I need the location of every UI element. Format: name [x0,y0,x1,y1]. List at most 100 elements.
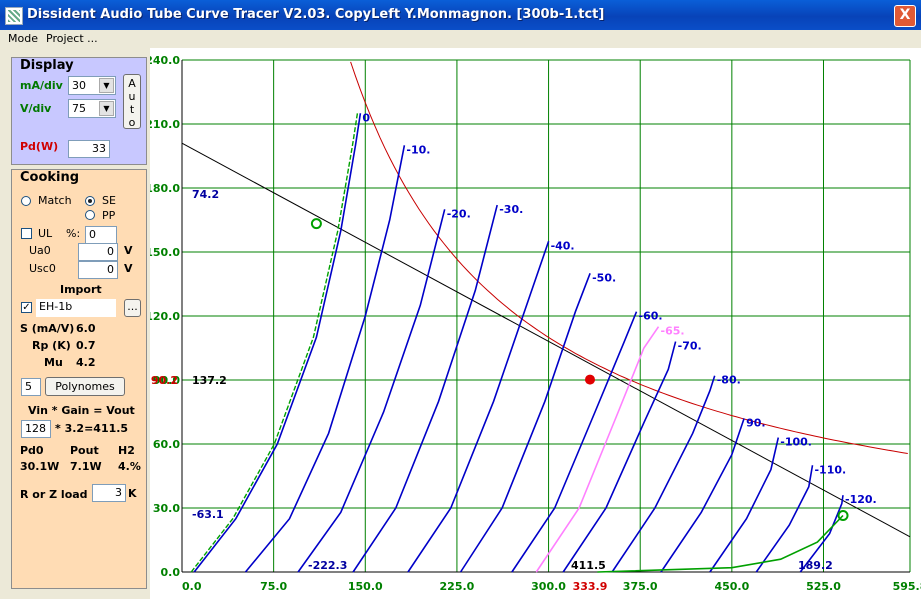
y-tick-label: 0.0 [161,566,181,579]
v-div-label: V/div [20,102,52,115]
annotation-left-top: 74.2 [192,188,219,201]
x-tick-label: 225.0 [440,580,475,593]
chevron-down-icon[interactable]: ▼ [99,78,114,93]
y-tick-label: 150.0 [150,246,180,259]
se-radio[interactable] [85,196,95,206]
annotation-left-bottom: -63.1 [192,508,224,521]
display-title: Display [20,58,74,73]
y-tick-label: 240.0 [150,54,180,67]
auto-char: t [129,103,135,116]
import-checkbox[interactable]: ✓ [21,302,32,313]
h2-value: 4.% [118,460,141,473]
sidebar: Display mA/div 30 ▼ V/div 75 ▼ A u t o P… [0,48,150,599]
auto-char: o [128,116,136,129]
x-tick-label: 595.8 [893,580,921,593]
usc0-unit: V [124,262,133,275]
y-tick-label: 210.0 [150,118,180,131]
annotation-left-mid: 137.2 [192,374,227,387]
pp-radio[interactable] [85,210,95,220]
title-bar: Dissident Audio Tube Curve Tracer V2.03.… [0,0,921,30]
pp-label: PP [102,209,116,222]
curve-label: 0 [362,111,370,124]
mu-label: Mu [44,356,63,369]
usc0-input[interactable]: 0 [78,261,118,279]
vin-input[interactable]: 128 [21,420,51,438]
ua0-unit: V [124,244,133,257]
window-title: Dissident Audio Tube Curve Tracer V2.03.… [27,7,605,22]
browse-button[interactable]: ... [124,299,141,317]
curve-label: -30. [499,203,523,216]
menu-bar: Mode Project ... [0,30,921,48]
curve-label: -65. [661,325,685,338]
v-div-select[interactable]: 75 ▼ [68,99,116,118]
pd0-value: 30.1W [20,460,60,473]
ul-checkbox[interactable] [21,228,32,239]
curve-label: -10. [406,143,430,156]
load-unit: K [128,487,137,500]
annotation-op-x: 333.9 [573,580,608,593]
s-label: S (mA/V) [20,322,75,335]
load-label: R or Z load [20,488,88,501]
s-value: 6.0 [76,322,96,335]
v-div-value: 75 [72,102,86,115]
annotation-bottom-left: -222.3 [308,559,347,572]
close-button[interactable]: X [894,5,916,27]
plot-background [150,48,921,599]
auto-char: A [128,77,136,90]
operating-point [584,374,595,385]
rp-label: Rp (K) [32,339,71,352]
poly-count-input[interactable]: 5 [21,378,41,396]
x-tick-label: 150.0 [348,580,383,593]
import-field[interactable]: EH-1b [36,299,116,317]
pd-label: Pd(W) [20,140,59,153]
ul-label: UL [38,227,53,240]
x-tick-label: 525.0 [806,580,841,593]
ul-input[interactable]: 0 [85,226,117,244]
ma-div-select[interactable]: 30 ▼ [68,76,116,95]
curve-label: -110. [814,463,846,476]
y-tick-label: 180.0 [150,182,180,195]
ma-div-label: mA/div [20,79,63,92]
y-tick-label: 30.0 [153,502,180,515]
usc0-label: Usc0 [29,262,56,275]
curve-label: -100. [780,436,812,449]
curve-label: -60. [639,310,663,323]
polynomes-button[interactable]: Polynomes [45,377,125,396]
mu-value: 4.2 [76,356,96,369]
app-icon [5,7,23,25]
y-tick-label: 60.0 [153,438,180,451]
load-input[interactable]: 3 [92,484,126,502]
display-panel: Display mA/div 30 ▼ V/div 75 ▼ A u t o P… [11,57,147,165]
pd0-label: Pd0 [20,444,44,457]
x-tick-label: 300.0 [531,580,566,593]
plot-area[interactable]: 0.0 75.0 150.0 225.0 300.0 375.0 450.0 525.0 595… [150,48,921,599]
rp-value: 0.7 [76,339,96,352]
import-label: Import [60,283,102,296]
ua0-input[interactable]: 0 [78,243,118,261]
menu-project[interactable]: Project ... [46,32,98,45]
curve-label: 90. [746,416,766,429]
annotation-op-y: 90.2 [151,374,178,387]
cooking-panel: Cooking Match SE PP UL %: 0 Ua0 0 V Usc0… [11,169,147,589]
ul-percent-label: %: [66,227,81,240]
pd-input[interactable]: 33 [68,140,110,158]
auto-button[interactable]: A u t o [123,74,141,129]
curve-label: -20. [447,207,471,220]
vin-gain-header: Vin * Gain = Vout [28,404,135,417]
pout-label: Pout [70,444,99,457]
curve-chart[interactable]: 0.0 75.0 150.0 225.0 300.0 375.0 450.0 525.0 595… [150,48,921,599]
se-label: SE [102,194,116,207]
h2-label: H2 [118,444,135,457]
chevron-down-icon[interactable]: ▼ [99,101,114,116]
x-tick-label: 375.0 [623,580,658,593]
menu-mode[interactable]: Mode [8,32,38,45]
curve-label: -40. [551,239,575,252]
annotation-bottom-mid: 411.5 [571,559,606,572]
gain-text: * 3.2=411.5 [55,422,129,435]
annotation-bottom-right: 189.2 [798,559,833,572]
x-tick-label: 0.0 [182,580,202,593]
match-radio[interactable] [21,196,31,206]
curve-label: -70. [678,340,702,353]
cooking-title: Cooking [20,170,80,185]
ma-div-value: 30 [72,79,86,92]
